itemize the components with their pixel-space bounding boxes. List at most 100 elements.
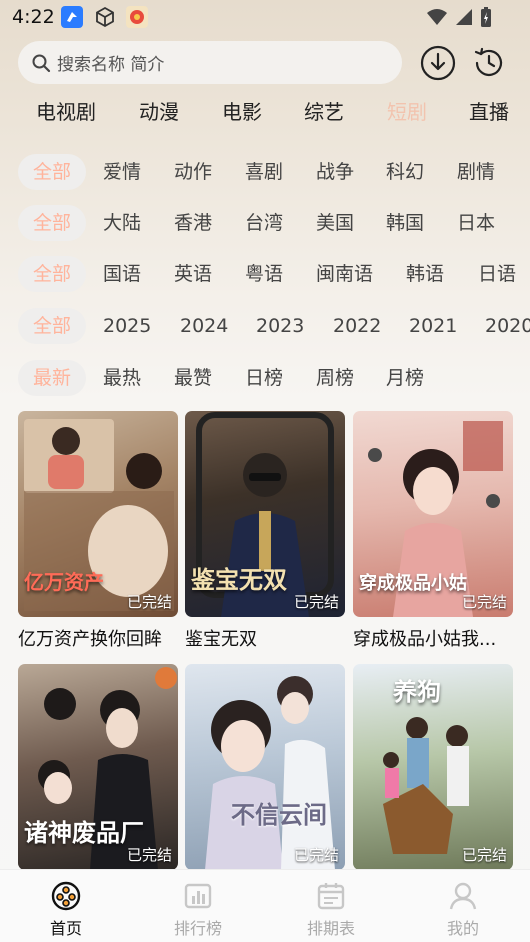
wifi-icon xyxy=(427,9,447,25)
filter-chip[interactable]: 日榜 xyxy=(245,360,283,396)
region-filter-row: 全部 大陆 香港 台湾 美国 韩国 日本 xyxy=(0,205,530,245)
status-time: 4:22 xyxy=(12,6,55,28)
history-button[interactable] xyxy=(470,44,508,82)
tab-label: 首页 xyxy=(49,919,82,938)
filter-chip[interactable]: 台湾 xyxy=(245,205,283,241)
notification-app-icon xyxy=(61,6,83,28)
poster-image: 养狗 已完结 xyxy=(353,664,513,870)
video-card[interactable]: 养狗 已完结 xyxy=(353,664,513,878)
category-nav: 电视剧 动漫 电影 综艺 短剧 直播 xyxy=(0,96,530,132)
signal-icon xyxy=(456,9,472,25)
battery-icon xyxy=(481,7,491,27)
filter-chip[interactable]: 英语 xyxy=(174,256,212,292)
poster-image: 不信云间 已完结 xyxy=(185,664,345,870)
filter-chip[interactable]: 2024 xyxy=(180,308,228,344)
card-title: 鉴宝无双 xyxy=(185,629,257,650)
bar-chart-icon xyxy=(182,880,214,912)
filter-chip[interactable]: 月榜 xyxy=(386,360,424,396)
search-placeholder: 搜索名称 简介 xyxy=(57,55,165,75)
nav-tab-short-drama[interactable]: 短剧 xyxy=(387,96,427,125)
filter-chip[interactable]: 喜剧 xyxy=(245,154,283,190)
filter-chip[interactable]: 韩国 xyxy=(386,205,424,241)
filter-chip[interactable]: 国语 xyxy=(103,256,141,292)
search-icon xyxy=(32,54,51,72)
film-reel-icon xyxy=(50,880,82,912)
filter-chip[interactable]: 战争 xyxy=(316,154,354,190)
filter-chip[interactable]: 爱情 xyxy=(103,154,141,190)
sort-filter-row: 最新 最热 最赞 日榜 周榜 月榜 xyxy=(0,360,530,400)
tab-label: 排期表 xyxy=(306,919,355,938)
filter-chip[interactable]: 2023 xyxy=(256,308,304,344)
game-app-icon xyxy=(126,6,148,28)
filter-chip-all[interactable]: 全部 xyxy=(18,308,87,344)
language-filter-row: 全部 国语 英语 粤语 闽南语 韩语 日语 xyxy=(0,256,530,296)
poster-image: 亿万资产 已完结 xyxy=(18,411,178,617)
nav-tab-variety[interactable]: 综艺 xyxy=(304,96,344,125)
poster-image: 诸神废品厂 已完结 xyxy=(18,664,178,870)
cube-icon xyxy=(94,6,116,28)
poster-title-text: 亿万资产 xyxy=(24,570,104,594)
tab-home[interactable]: 首页 xyxy=(21,880,111,939)
status-bar: 4:22 xyxy=(0,0,530,36)
poster-title-text: 穿成极品小姑 xyxy=(359,573,467,594)
filter-chip-latest[interactable]: 最新 xyxy=(18,360,87,396)
poster-image: 鉴宝无双 已完结 xyxy=(185,411,345,617)
filter-chip[interactable]: 香港 xyxy=(174,205,212,241)
user-icon xyxy=(447,880,479,912)
filter-chip[interactable]: 大陆 xyxy=(103,205,141,241)
filter-chip[interactable]: 最热 xyxy=(103,360,141,396)
filter-chip[interactable]: 美国 xyxy=(316,205,354,241)
history-icon xyxy=(474,47,503,76)
video-card[interactable]: 穿成极品小姑 已完结 穿成极品小姑我... xyxy=(353,411,513,651)
video-card[interactable]: 鉴宝无双 已完结 鉴宝无双 xyxy=(185,411,345,651)
filter-chip-all[interactable]: 全部 xyxy=(18,256,87,292)
download-button[interactable] xyxy=(419,44,457,82)
tab-ranking[interactable]: 排行榜 xyxy=(153,880,243,939)
status-badge: 已完结 xyxy=(461,593,507,611)
filter-chip[interactable]: 周榜 xyxy=(316,360,354,396)
filter-chip[interactable]: 日语 xyxy=(478,256,516,292)
filter-chip[interactable]: 闽南语 xyxy=(316,256,373,292)
search-input[interactable]: 搜索名称 简介 xyxy=(18,41,402,84)
nav-tab-movie[interactable]: 电影 xyxy=(222,96,262,125)
card-title: 亿万资产换你回眸 xyxy=(18,629,162,650)
download-icon xyxy=(420,45,456,81)
status-badge: 已完结 xyxy=(126,846,172,864)
status-badge: 已完结 xyxy=(293,846,339,864)
year-filter-row: 全部 2025 2024 2023 2022 2021 2020 xyxy=(0,308,530,348)
tab-profile[interactable]: 我的 xyxy=(418,880,508,939)
video-card[interactable]: 亿万资产 已完结 亿万资产换你回眸 xyxy=(18,411,178,651)
filter-chip[interactable]: 动作 xyxy=(174,154,212,190)
filter-chip[interactable]: 最赞 xyxy=(174,360,212,396)
filter-chip[interactable]: 2020 xyxy=(485,308,530,344)
filter-chip[interactable]: 剧情 xyxy=(457,154,495,190)
video-card[interactable]: 诸神废品厂 已完结 xyxy=(18,664,178,878)
filter-chip[interactable]: 2022 xyxy=(333,308,381,344)
nav-tab-anime[interactable]: 动漫 xyxy=(139,96,179,125)
status-badge: 已完结 xyxy=(461,846,507,864)
tab-schedule[interactable]: 排期表 xyxy=(286,880,376,939)
filter-chip-all[interactable]: 全部 xyxy=(18,205,87,241)
status-badge: 已完结 xyxy=(293,593,339,611)
bottom-tab-bar: 首页 排行榜 排期表 我的 xyxy=(0,869,530,942)
poster-title-text: 诸神废品厂 xyxy=(24,818,144,847)
filter-chip[interactable]: 粤语 xyxy=(245,256,283,292)
video-card[interactable]: 不信云间 已完结 xyxy=(185,664,345,878)
card-title: 穿成极品小姑我... xyxy=(353,629,497,650)
calendar-icon xyxy=(315,880,347,912)
poster-image: 穿成极品小姑 已完结 xyxy=(353,411,513,617)
filter-chip[interactable]: 韩语 xyxy=(406,256,444,292)
poster-title-text: 鉴宝无双 xyxy=(191,565,287,594)
filter-chip-all[interactable]: 全部 xyxy=(18,154,87,190)
nav-tab-tv[interactable]: 电视剧 xyxy=(36,96,96,125)
genre-filter-row: 全部 爱情 动作 喜剧 战争 科幻 剧情 xyxy=(0,154,530,194)
tab-label: 排行榜 xyxy=(173,919,222,938)
filter-chip[interactable]: 2025 xyxy=(103,308,151,344)
status-icons xyxy=(426,6,492,28)
filter-chip[interactable]: 2021 xyxy=(409,308,457,344)
nav-tab-live[interactable]: 直播 xyxy=(469,96,509,125)
tab-label: 我的 xyxy=(446,919,479,938)
filter-chip[interactable]: 科幻 xyxy=(386,154,424,190)
status-badge: 已完结 xyxy=(126,593,172,611)
filter-chip[interactable]: 日本 xyxy=(457,205,495,241)
